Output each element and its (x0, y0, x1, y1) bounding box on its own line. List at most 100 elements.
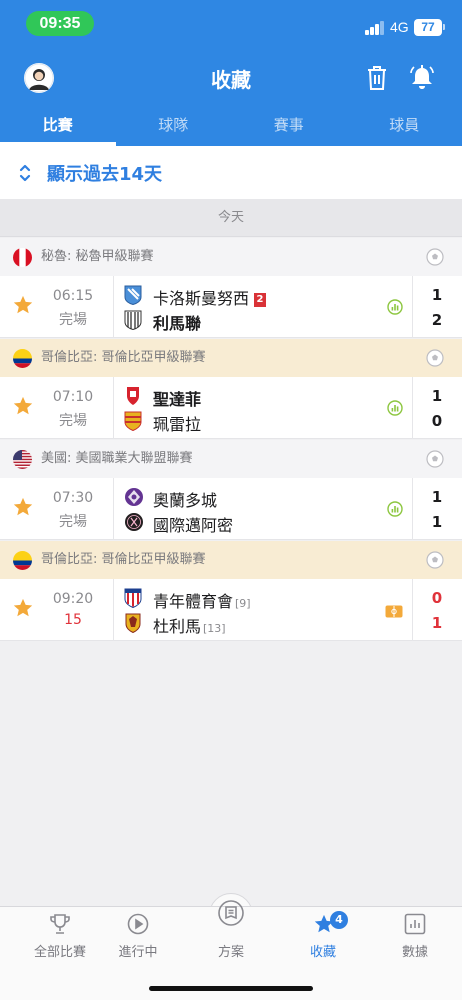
football-icon[interactable] (426, 450, 444, 468)
away-team[interactable]: 珮雷拉 (153, 411, 201, 435)
team-crest-icon (124, 285, 142, 306)
trash-icon[interactable] (366, 65, 388, 91)
home-team[interactable]: 聖達菲 (153, 386, 201, 410)
match-row[interactable]: 07:10 完場 聖達菲 珮雷拉 1 0 (0, 377, 462, 439)
star-icon[interactable] (12, 597, 34, 619)
home-team[interactable]: 奧蘭多城 (153, 487, 217, 511)
bell-icon[interactable] (410, 65, 434, 91)
chart-icon (404, 913, 426, 935)
tab-label: 數據 (401, 945, 428, 960)
match-status: 完場 (59, 312, 87, 328)
stats-icon[interactable] (387, 400, 403, 416)
peru-flag-icon (13, 248, 32, 267)
away-score: 2 (431, 311, 443, 329)
period-label: 顯示過去14天 (47, 164, 163, 185)
team-crest-icon (124, 512, 143, 532)
date-header: 今天 (0, 199, 462, 237)
divider (412, 377, 413, 439)
football-icon[interactable] (426, 349, 444, 367)
tab-players[interactable]: 球員 (347, 108, 462, 146)
battery-tip (443, 24, 445, 30)
away-score: 1 (431, 614, 443, 632)
signal-icon (365, 21, 385, 35)
battery-icon: 77 (414, 19, 442, 36)
team-crest-icon (124, 487, 143, 507)
home-score: 1 (431, 488, 443, 506)
away-team[interactable]: 利馬聯 (153, 310, 201, 334)
home-team[interactable]: 卡洛斯曼努西 2 (153, 285, 267, 309)
star-icon[interactable] (12, 496, 34, 518)
team-crest-icon (124, 386, 142, 406)
divider (412, 276, 413, 338)
page-title: 收藏 (211, 68, 251, 92)
league-header[interactable]: 哥倫比亞: 哥倫比亞甲級聯賽 (0, 541, 462, 579)
stats-icon[interactable] (387, 299, 403, 315)
favorites-count-badge: 4 (330, 911, 348, 929)
divider (412, 478, 413, 540)
app-header: 09:35 4G 77 收藏 比賽 球隊 賽事 球員 (0, 0, 462, 146)
away-score: 1 (431, 513, 443, 531)
trophy-icon (49, 913, 71, 935)
football-icon[interactable] (426, 248, 444, 266)
colombia-flag-icon (13, 551, 32, 570)
star-icon[interactable] (12, 395, 34, 417)
red-card-badge: 2 (254, 293, 267, 307)
status-bar: 09:35 4G 77 (0, 0, 462, 46)
match-row[interactable]: 09:20 15 青年體育會 [9] 杜利馬 [13] 0 1 (0, 579, 462, 641)
tab-label: 進行中 (118, 945, 158, 960)
tab-label: 收藏 (309, 945, 336, 960)
home-score: 1 (431, 387, 443, 405)
match-time: 09:20 (52, 591, 94, 607)
league-header[interactable]: 哥倫比亞: 哥倫比亞甲級聯賽 (0, 339, 462, 377)
league-name: 哥倫比亞: 哥倫比亞甲級聯賽 (41, 350, 206, 365)
team-crest-icon (124, 411, 142, 432)
tab-label: 方案 (217, 945, 244, 960)
divider (113, 276, 114, 338)
home-indicator (149, 986, 313, 991)
league-name: 美國: 美國職業大聯盟聯賽 (41, 451, 193, 466)
away-team[interactable]: 國際邁阿密 (153, 512, 233, 536)
divider (412, 579, 413, 641)
divider (113, 579, 114, 641)
home-score: 0 (431, 589, 443, 607)
status-time: 09:35 (26, 11, 94, 36)
match-row[interactable]: 07:30 完場 奧蘭多城 國際邁阿密 1 1 (0, 478, 462, 540)
tab-competitions[interactable]: 賽事 (231, 108, 347, 146)
expand-icon (18, 163, 32, 183)
star-icon[interactable] (12, 294, 34, 316)
team-crest-icon (124, 310, 142, 331)
usa-flag-icon (13, 450, 32, 469)
team-rank: [9] (235, 597, 251, 610)
league-name: 秘魯: 秘魯甲級聯賽 (41, 249, 154, 264)
match-time: 07:30 (52, 490, 94, 506)
match-time: 07:10 (52, 389, 94, 405)
away-team[interactable]: 杜利馬 [13] (153, 613, 226, 637)
match-time: 06:15 (52, 288, 94, 304)
pitch-icon[interactable] (385, 603, 403, 618)
network-label: 4G (390, 19, 409, 35)
colombia-flag-icon (13, 349, 32, 368)
match-minute: 15 (64, 612, 82, 628)
match-status: 完場 (59, 514, 87, 530)
divider (113, 377, 114, 439)
divider (113, 478, 114, 540)
match-status: 完場 (59, 413, 87, 429)
team-crest-icon (124, 588, 142, 609)
match-row[interactable]: 06:15 完場 卡洛斯曼努西 2 利馬聯 1 2 (0, 276, 462, 338)
tab-matches[interactable]: 比賽 (0, 108, 116, 146)
home-score: 1 (431, 286, 443, 304)
home-team[interactable]: 青年體育會 [9] (153, 588, 251, 612)
top-tabs: 比賽 球隊 賽事 球員 (0, 108, 462, 146)
play-icon (127, 913, 149, 935)
team-rank: [13] (203, 622, 226, 635)
away-score: 0 (431, 412, 443, 430)
team-crest-icon (124, 613, 142, 634)
plan-icon (218, 900, 244, 926)
period-filter[interactable]: 顯示過去14天 (0, 146, 462, 199)
football-icon[interactable] (426, 551, 444, 569)
stats-icon[interactable] (387, 501, 403, 517)
tab-teams[interactable]: 球隊 (116, 108, 232, 146)
league-header[interactable]: 秘魯: 秘魯甲級聯賽 (0, 238, 462, 276)
league-name: 哥倫比亞: 哥倫比亞甲級聯賽 (41, 552, 206, 567)
league-header[interactable]: 美國: 美國職業大聯盟聯賽 (0, 440, 462, 478)
